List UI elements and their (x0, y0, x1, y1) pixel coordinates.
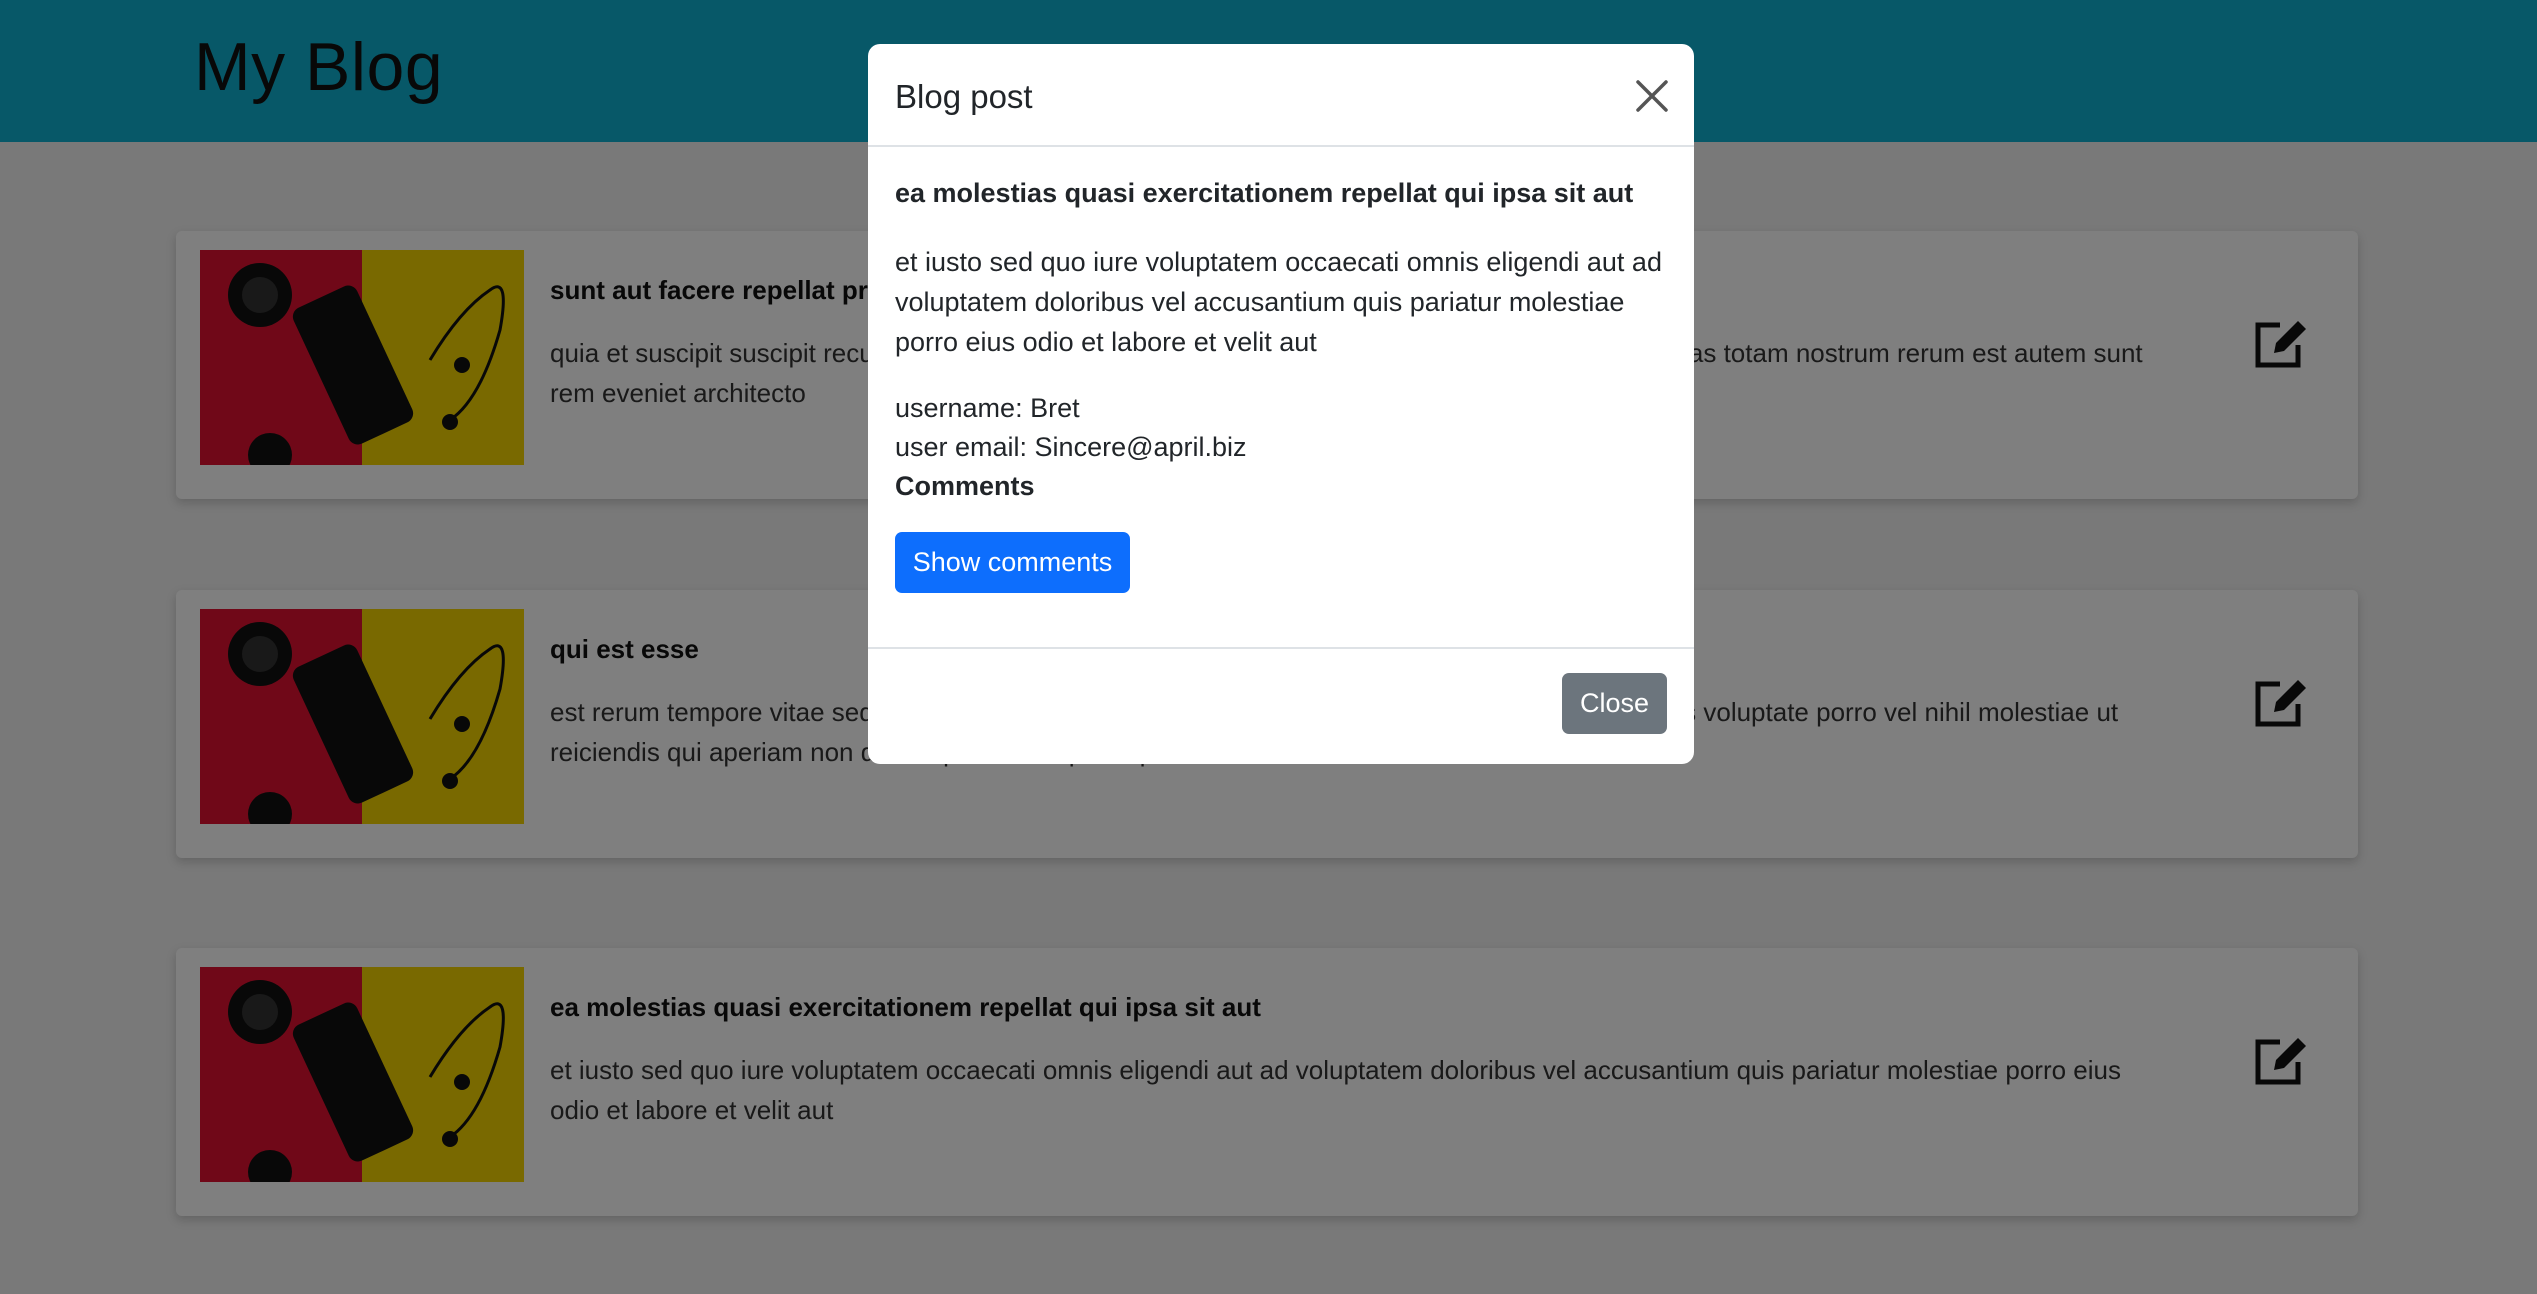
close-icon[interactable] (1634, 78, 1670, 114)
modal-footer: Close (868, 647, 1694, 764)
close-button[interactable]: Close (1562, 673, 1667, 734)
modal-title: Blog post (895, 78, 1033, 115)
modal-post-body: et iusto sed quo iure voluptatem occaeca… (895, 247, 1662, 357)
show-comments-button[interactable]: Show comments (895, 532, 1130, 593)
modal-user-email: user email: Sincere@april.biz (895, 432, 1247, 462)
modal-post-title: ea molestias quasi exercitationem repell… (895, 178, 1634, 208)
modal-username: username: Bret (895, 393, 1080, 423)
comments-heading: Comments (895, 471, 1035, 501)
modal-header: Blog post (868, 44, 1694, 147)
blog-post-modal: Blog post ea molestias quasi exercitatio… (868, 44, 1694, 764)
